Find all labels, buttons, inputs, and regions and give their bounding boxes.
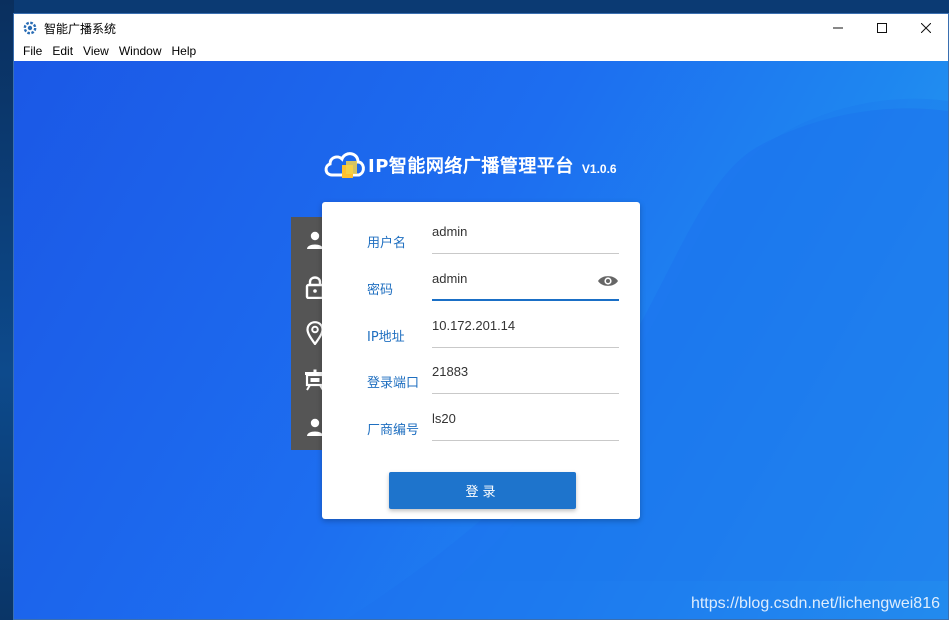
username-input[interactable]: admin (432, 214, 619, 254)
brand-header: IP智能网络广播管理平台 V1.0.6 (322, 145, 617, 185)
cloud-logo-icon (322, 145, 368, 185)
vendor-id-row: 厂商编号 ls20 (367, 401, 619, 441)
ip-address-value: 10.172.201.14 (432, 318, 516, 333)
menu-window[interactable]: Window (114, 42, 167, 61)
password-input[interactable]: admin (432, 261, 619, 301)
port-value: 21883 (432, 364, 469, 379)
brand-title: IP智能网络广播管理平台 (368, 156, 574, 177)
ip-address-label: IP地址 (367, 330, 405, 345)
maximize-button[interactable] (860, 14, 904, 42)
port-label: 登录端口 (367, 376, 420, 391)
menu-view[interactable]: View (78, 42, 114, 61)
desktop-background (0, 0, 14, 620)
version-label: V1.0.6 (581, 162, 617, 176)
menu-file[interactable]: File (18, 42, 47, 61)
username-row: 用户名 admin (367, 214, 619, 254)
close-button[interactable] (904, 14, 948, 42)
menu-edit[interactable]: Edit (47, 42, 78, 61)
watermark-url: https://blog.csdn.net/lichengwei816 (690, 595, 940, 612)
login-button[interactable]: 登录 (389, 472, 576, 509)
password-value: admin (432, 271, 468, 286)
eye-icon[interactable] (597, 274, 619, 293)
login-screen: IP智能网络广播管理平台 V1.0.6 用户名 admin 密码 admin I… (14, 61, 948, 619)
vendor-id-label: 厂商编号 (367, 423, 420, 438)
ip-address-row: IP地址 10.172.201.14 (367, 308, 619, 348)
password-label: 密码 (367, 283, 394, 298)
minimize-button[interactable] (816, 14, 860, 42)
ip-address-input[interactable]: 10.172.201.14 (432, 308, 619, 348)
username-label: 用户名 (367, 236, 407, 251)
title-bar: 智能广播系统 (14, 14, 948, 42)
window-title: 智能广播系统 (44, 21, 117, 36)
vendor-id-value: ls20 (432, 411, 456, 426)
app-gear-icon (22, 20, 38, 36)
username-value: admin (432, 224, 468, 239)
login-card: 用户名 admin 密码 admin IP地址 10.172.201.14 登录… (322, 202, 640, 519)
menu-help[interactable]: Help (167, 42, 202, 61)
menu-bar: File Edit View Window Help (14, 42, 948, 61)
port-row: 登录端口 21883 (367, 354, 619, 394)
password-row: 密码 admin (367, 261, 619, 301)
app-window: 智能广播系统 File Edit View Window Help IP智能网络… (13, 13, 949, 620)
port-input[interactable]: 21883 (432, 354, 619, 394)
vendor-id-input[interactable]: ls20 (432, 401, 619, 441)
